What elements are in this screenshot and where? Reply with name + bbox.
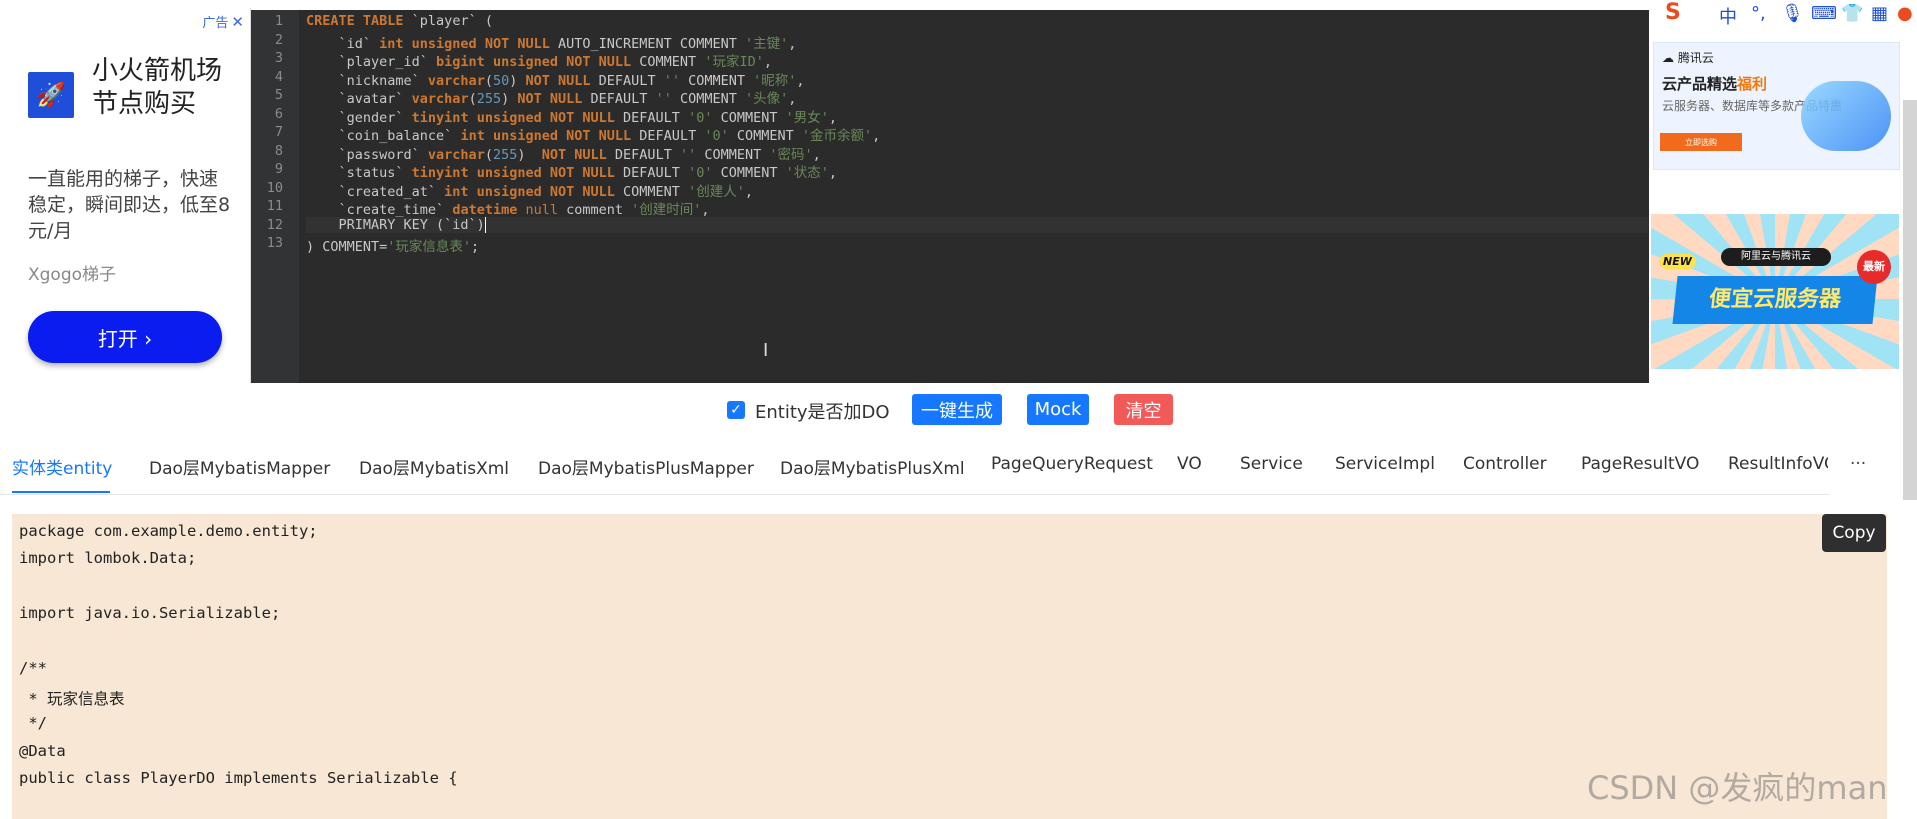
tencent-cloud-ad[interactable]: ☁ 腾讯云 云产品精选福利 云服务器、数据库等多款产品特惠 立即选购 (1653, 42, 1900, 170)
left-ad-panel[interactable]: 广告 ✕ 🚀 小火箭机场节点购买 一直能用的梯子，快速稳定，瞬间即达，低至8元/月… (0, 8, 251, 383)
new-badge: NEW (1659, 254, 1696, 269)
line-number: 11 (266, 198, 283, 214)
sql-editor[interactable]: 1 2 3 4 5 6 7 8 9 10 11 12 13 CREATE TABLE `player` … (251, 10, 1649, 383)
line-number: 9 (274, 161, 283, 177)
line-number: 5 (274, 87, 283, 103)
line-number: 6 (274, 105, 283, 122)
tencent-ad-title: 云产品精选福利 (1662, 75, 1768, 93)
page-scrollbar[interactable] (1903, 100, 1917, 500)
generator-controls: ✓ Entity是否加DO 一键生成 Mock 清空 (0, 394, 1917, 428)
tab-service[interactable]: Service (1240, 454, 1303, 474)
line-number: 1 (274, 13, 283, 29)
tencent-ad-artwork (1801, 81, 1891, 151)
entity-do-label: Entity是否加DO (755, 402, 890, 423)
ad-brand: Xgogo梯子 (28, 265, 117, 285)
line-number: 7 (274, 124, 283, 140)
code-line: import java.io.Serializable; (19, 604, 281, 622)
tabs-more-icon[interactable]: ··· (1850, 454, 1866, 474)
code-line: @Data (19, 742, 66, 760)
ad-title: 小火箭机场节点购买 (92, 56, 223, 119)
cheap-ad-title: 便宜云服务器 (1672, 276, 1878, 324)
sql-line[interactable]: `player_id` bigint unsigned NOT NULL COM… (306, 50, 772, 70)
watermark: CSDN @发疯的man (1587, 769, 1888, 807)
ad-close-icon[interactable]: ✕ (231, 13, 244, 31)
sql-line[interactable]: `nickname` varchar(50) NOT NULL DEFAULT … (306, 69, 805, 89)
tab-page-query-request[interactable]: PageQueryRequest (991, 454, 1153, 474)
sql-line[interactable]: `avatar` varchar(255) NOT NULL DEFAULT '… (306, 87, 797, 107)
sql-line[interactable]: `create_time` datetime null comment '创建时… (306, 198, 710, 218)
line-number: 2 (274, 31, 283, 48)
active-tab-indicator (12, 491, 110, 493)
code-line: package com.example.demo.entity; (19, 522, 318, 540)
copy-button[interactable]: Copy (1822, 514, 1886, 552)
generate-button[interactable]: 一键生成 (912, 394, 1002, 425)
mock-button[interactable]: Mock (1027, 394, 1089, 425)
line-number: 8 (274, 142, 283, 159)
code-line: * 玩家信息表 (19, 690, 125, 708)
cheap-server-ad[interactable]: NEW 阿里云与腾讯云 便宜云服务器 最新 (1651, 214, 1899, 369)
tab-mybatisplus-mapper[interactable]: Dao层MybatisPlusMapper (538, 454, 754, 479)
line-number: 3 (274, 50, 283, 66)
zhong-char-icon[interactable]: 中 (1719, 3, 1737, 29)
line-number: 12 (266, 216, 283, 233)
code-line: */ (19, 714, 47, 732)
ad-tag: 广告 ✕ (202, 13, 244, 31)
tencent-brand: ☁ 腾讯云 (1662, 51, 1714, 65)
line-number: 13 (266, 235, 283, 251)
tencent-buy-button[interactable]: 立即选购 (1660, 133, 1742, 151)
sogou-logo-icon[interactable]: S (1665, 0, 1681, 25)
text-cursor-icon: I (763, 340, 769, 361)
cheap-ad-tag: 阿里云与腾讯云 (1721, 248, 1831, 266)
shirt-icon[interactable]: 👕 (1841, 3, 1863, 24)
ad-open-button[interactable]: 打开 › (28, 311, 222, 363)
line-number: 10 (266, 179, 283, 196)
tab-vo[interactable]: VO (1177, 454, 1202, 474)
rocket-icon: 🚀 (28, 72, 74, 118)
sql-line[interactable]: `created_at` int unsigned NOT NULL COMME… (306, 180, 753, 200)
code-line: import lombok.Data; (19, 549, 197, 567)
code-line: /** (19, 659, 47, 677)
sql-line[interactable]: `password` varchar(255) NOT NULL DEFAULT… (306, 143, 821, 163)
tab-entity[interactable]: 实体类entity (12, 454, 112, 479)
sql-line[interactable]: PRIMARY KEY (`id`) (306, 216, 1649, 233)
grid-icon[interactable]: ▦ (1871, 3, 1888, 24)
sql-line[interactable]: `id` int unsigned NOT NULL AUTO_INCREMEN… (306, 32, 797, 52)
tab-mybatisplus-xml[interactable]: Dao层MybatisPlusXml (780, 454, 965, 479)
entity-do-checkbox[interactable]: ✓ (727, 401, 745, 419)
sql-line[interactable]: CREATE TABLE `player` ( (306, 13, 493, 29)
sql-line[interactable]: `coin_balance` int unsigned NOT NULL DEF… (306, 124, 881, 144)
keyboard-icon[interactable]: ⌨ (1811, 3, 1837, 24)
clear-button[interactable]: 清空 (1114, 394, 1173, 425)
sql-line[interactable]: ) COMMENT='玩家信息表'; (306, 235, 479, 255)
output-tabs: 实体类entity Dao层MybatisMapper Dao层MybatisX… (0, 440, 1866, 495)
ad-description: 一直能用的梯子，快速稳定，瞬间即达，低至8元/月 (28, 168, 231, 242)
tab-mybatis-xml[interactable]: Dao层MybatisXml (359, 454, 509, 479)
mic-icon[interactable]: 🎙 (1781, 3, 1804, 24)
tab-service-impl[interactable]: ServiceImpl (1335, 454, 1435, 474)
ime-toolbar: S 中 °, 🎙 ⌨ 👕 ▦ ● (1665, 0, 1917, 30)
code-line: public class PlayerDO implements Seriali… (19, 769, 458, 787)
punctuation-icon[interactable]: °, (1751, 3, 1766, 24)
tab-page-result-vo[interactable]: PageResultVO (1581, 454, 1699, 474)
tab-controller[interactable]: Controller (1463, 454, 1547, 474)
avatar-icon[interactable]: ● (1897, 3, 1913, 24)
line-number: 4 (274, 68, 283, 85)
tab-result-info-vo[interactable]: ResultInfoVO (1728, 454, 1828, 474)
sql-line[interactable]: `status` tinyint unsigned NOT NULL DEFAU… (306, 161, 838, 181)
tab-mybatis-mapper[interactable]: Dao层MybatisMapper (149, 454, 330, 479)
line-number-gutter: 1 2 3 4 5 6 7 8 9 10 11 12 13 (251, 10, 299, 383)
sql-line[interactable]: `gender` tinyint unsigned NOT NULL DEFAU… (306, 106, 838, 126)
latest-badge: 最新 (1857, 250, 1891, 284)
